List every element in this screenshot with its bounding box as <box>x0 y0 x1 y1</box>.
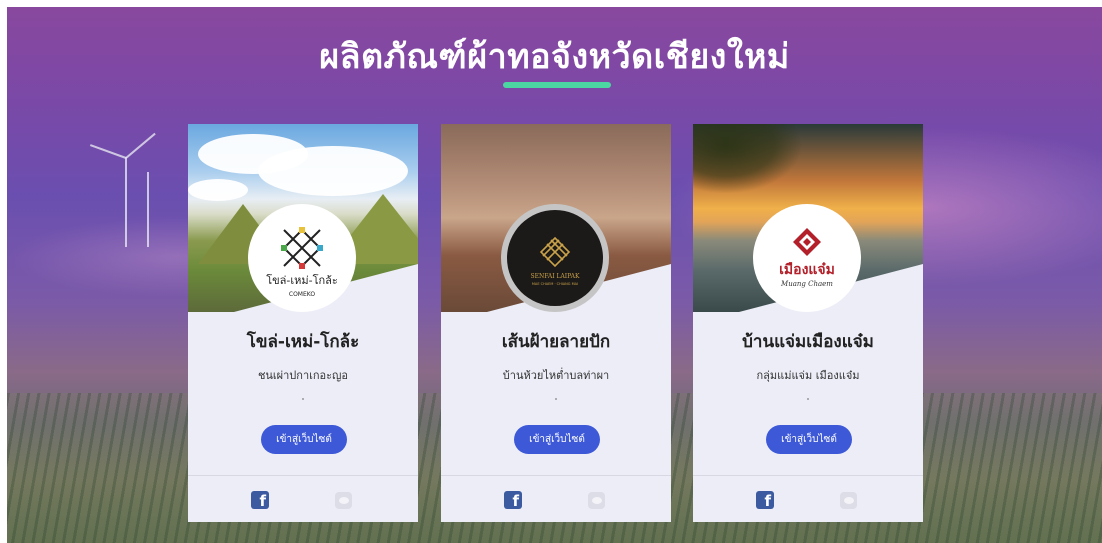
brand-logo: โขล่-เหม่-โกล้ะ COMEKO <box>248 204 356 312</box>
hero-background: ผลิตภัณฑ์ผ้าทอจังหวัดเชียงใหม่ โขล่-เหม่… <box>7 7 1102 543</box>
card-divider <box>693 475 923 476</box>
svg-text:SENFAI LAIPAK: SENFAI LAIPAK <box>531 273 580 280</box>
visit-website-button[interactable]: เข้าสู่เว็บไซต์ <box>261 425 347 454</box>
line-icon[interactable] <box>840 492 857 509</box>
card-description: ชนเผ่าปกาเกอะญอ <box>257 369 349 382</box>
turbine-blade <box>89 144 127 159</box>
divider-dot <box>302 398 304 400</box>
card-description: บ้านห้วยไหต่ำบลท่าผา <box>502 369 610 382</box>
svg-text:โขล่-เหม่-โกล้ะ: โขล่-เหม่-โกล้ะ <box>266 273 338 287</box>
svg-text:MAE CHAEM · CHIANG MAI: MAE CHAEM · CHIANG MAI <box>532 282 578 286</box>
visit-website-button[interactable]: เข้าสู่เว็บไซต์ <box>766 425 852 454</box>
card-divider <box>441 475 671 476</box>
red-diamond-icon: เมืองแจ๋ม Muang Chaem <box>779 228 835 288</box>
divider-dot <box>807 398 809 400</box>
card-title: เส้นฝ้ายลายปัก <box>501 332 611 352</box>
facebook-icon[interactable]: f <box>504 491 522 509</box>
line-icon[interactable] <box>335 492 352 509</box>
product-card: เมืองแจ๋ม Muang Chaem บ้านแจ่มเมืองแจ๋ม … <box>693 124 923 522</box>
visit-website-button[interactable]: เข้าสู่เว็บไซต์ <box>514 425 600 454</box>
card-title: โขล่-เหม่-โกล้ะ <box>246 332 360 352</box>
brand-logo: เมืองแจ๋ม Muang Chaem <box>753 204 861 312</box>
line-icon[interactable] <box>588 492 605 509</box>
svg-text:COMEKO: COMEKO <box>289 291 315 298</box>
cross-pattern-icon: โขล่-เหม่-โกล้ะ COMEKO <box>266 227 338 298</box>
wind-turbine <box>147 172 149 247</box>
woven-diamond-icon: SENFAI LAIPAK MAE CHAEM · CHIANG MAI <box>531 236 580 286</box>
page-title: ผลิตภัณฑ์ผ้าทอจังหวัดเชียงใหม่ <box>319 37 790 77</box>
title-underline <box>503 82 611 88</box>
turbine-blade <box>125 132 156 159</box>
card-divider <box>188 475 418 476</box>
wind-turbine <box>125 157 127 247</box>
card-title: บ้านแจ่มเมืองแจ๋ม <box>742 332 874 352</box>
card-description: กลุ่มแม่แจ่ม เมืองแจ๋ม <box>756 369 860 382</box>
product-card: โขล่-เหม่-โกล้ะ COMEKO โขล่-เหม่-โกล้ะ ช… <box>188 124 418 522</box>
brand-logo: SENFAI LAIPAK MAE CHAEM · CHIANG MAI <box>501 204 609 312</box>
product-card: SENFAI LAIPAK MAE CHAEM · CHIANG MAI เส้… <box>441 124 671 522</box>
facebook-icon[interactable]: f <box>251 491 269 509</box>
svg-text:Muang Chaem: Muang Chaem <box>780 280 833 288</box>
svg-text:เมืองแจ๋ม: เมืองแจ๋ม <box>779 262 835 278</box>
divider-dot <box>555 398 557 400</box>
facebook-icon[interactable]: f <box>756 491 774 509</box>
